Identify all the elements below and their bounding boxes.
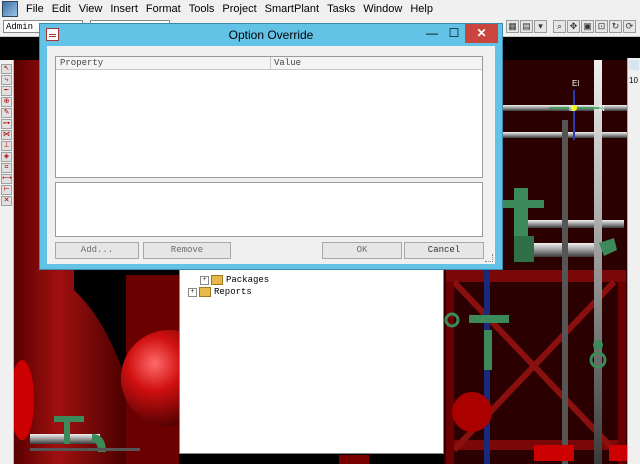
minimize-button[interactable]: — (421, 24, 443, 43)
compass-n-label: N (599, 104, 605, 113)
menu-view[interactable]: View (75, 3, 107, 15)
dropdown-arrow-icon[interactable]: ▾ (534, 20, 547, 33)
right-panel-tab[interactable] (629, 60, 639, 70)
close-button[interactable]: ✕ (465, 24, 498, 43)
expand-icon[interactable]: + (188, 287, 197, 297)
option-override-dialog: Option Override — ☐ ✕ Property Value Add… (39, 23, 503, 270)
insert-tool-icon[interactable]: ⊕ (1, 97, 12, 107)
delete-tool-icon[interactable]: ✕ (1, 196, 12, 206)
zoom-icon[interactable]: ⌕ (553, 20, 566, 33)
refresh-icon[interactable]: ⟳ (623, 20, 636, 33)
support-tool-icon[interactable]: ⊥ (1, 141, 12, 151)
menu-tasks[interactable]: Tasks (323, 3, 359, 15)
add-button[interactable]: Add... (55, 242, 139, 259)
tree-item-label: Packages (226, 275, 270, 285)
pipe-tool-icon[interactable]: ╾ (1, 86, 12, 96)
connect-tool-icon[interactable]: ⊶ (1, 119, 12, 129)
measure-tool-icon[interactable]: ⟷ (1, 174, 12, 184)
branch-tool-icon[interactable]: ⊢ (1, 185, 12, 195)
right-panel-number: 10 (629, 76, 638, 85)
maximize-button[interactable]: ☐ (443, 24, 465, 43)
menu-file[interactable]: File (22, 3, 48, 15)
remove-button[interactable]: Remove (143, 242, 231, 259)
property-list-header: Property Value (56, 57, 482, 70)
spec-tool-icon[interactable]: ⌗ (1, 163, 12, 173)
valve-tool-icon[interactable]: ⋈ (1, 130, 12, 140)
menu-smartplant[interactable]: SmartPlant (261, 3, 323, 15)
menu-edit[interactable]: Edit (48, 3, 75, 15)
ok-button[interactable]: OK (322, 242, 402, 259)
menu-tools[interactable]: Tools (185, 3, 219, 15)
app-icon[interactable] (2, 1, 18, 17)
expand-icon[interactable]: + (200, 275, 209, 285)
fit-icon[interactable]: ⊡ (595, 20, 608, 33)
cancel-button[interactable]: Cancel (404, 242, 484, 259)
menu-project[interactable]: Project (218, 3, 260, 15)
left-tool-palette: ↖ ⤷ ╾ ⊕ ✎ ⊶ ⋈ ⊥ ◈ ⌗ ⟷ ⊢ ✕ (0, 60, 14, 464)
resize-grip[interactable] (485, 254, 493, 262)
select-tool-icon[interactable]: ↖ (1, 64, 12, 74)
menu-insert[interactable]: Insert (106, 3, 142, 15)
right-panel: 10 (627, 58, 640, 464)
tree-item-label: Reports (214, 287, 252, 297)
route-tool-icon[interactable]: ⤷ (1, 75, 12, 85)
dialog-client-area: Property Value Add... Remove OK Cancel (47, 46, 495, 264)
value-edit-box[interactable] (55, 182, 483, 237)
property-list[interactable]: Property Value (55, 56, 483, 178)
menu-format[interactable]: Format (142, 3, 185, 15)
compass-el-label: El (572, 79, 579, 88)
layout-icon[interactable]: ▤ (520, 20, 533, 33)
workspace-explorer: + Packages + Reports (179, 258, 444, 454)
edit-tool-icon[interactable]: ✎ (1, 108, 12, 118)
tree-item-packages[interactable]: + Packages (200, 275, 269, 285)
menu-help[interactable]: Help (406, 3, 437, 15)
folder-icon (199, 287, 211, 297)
dialog-title-bar[interactable]: Option Override — ☐ ✕ (40, 24, 502, 46)
compass-e-label: E (569, 106, 574, 113)
column-header-property[interactable]: Property (60, 58, 103, 68)
view-icon[interactable]: ▦ (506, 20, 519, 33)
rotate-icon[interactable]: ↻ (609, 20, 622, 33)
component-tool-icon[interactable]: ◈ (1, 152, 12, 162)
menu-bar: File Edit View Insert Format Tools Proje… (0, 0, 640, 18)
zoom-area-icon[interactable]: ▣ (581, 20, 594, 33)
menu-window[interactable]: Window (359, 3, 406, 15)
folder-icon (211, 275, 223, 285)
column-divider[interactable] (270, 57, 271, 69)
pan-icon[interactable]: ✥ (567, 20, 580, 33)
column-header-value[interactable]: Value (274, 58, 301, 68)
tree-item-reports[interactable]: + Reports (188, 287, 252, 297)
